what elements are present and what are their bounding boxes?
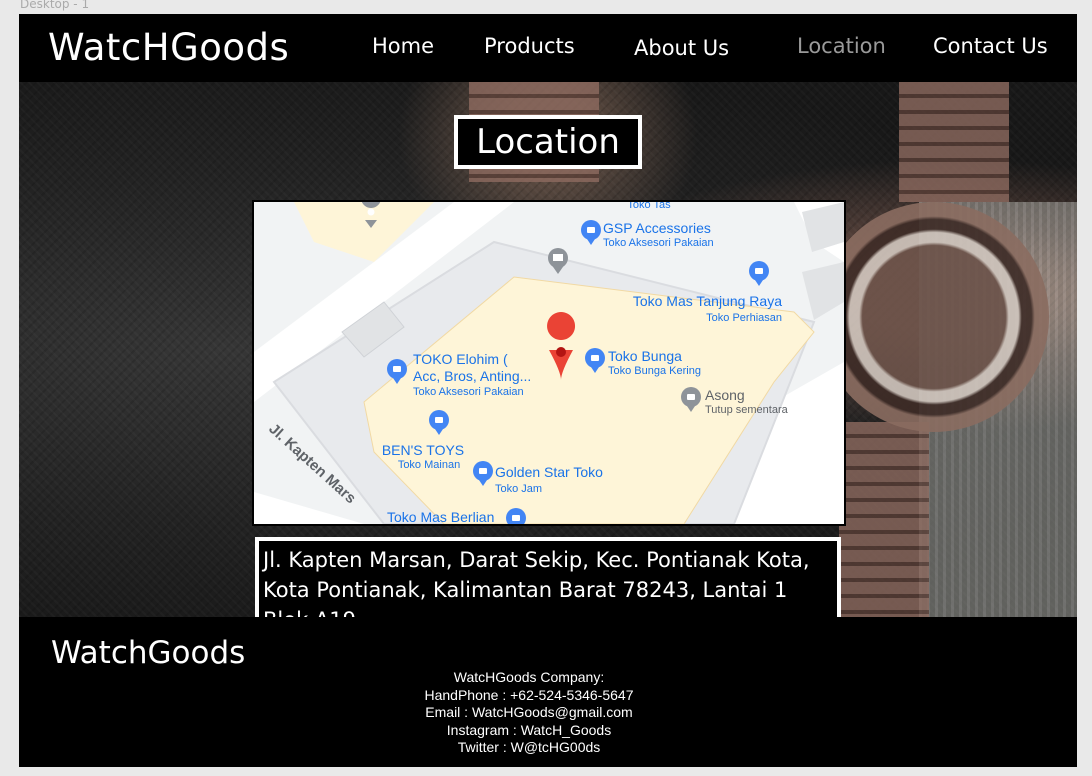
frame-label: Desktop - 1 (20, 0, 90, 11)
footer-brand: WatchGoods (51, 635, 246, 671)
place-category: Toko Aksesori Pakaian (603, 237, 714, 249)
desktop-frame: WatcHGoods Home Products About Us Locati… (19, 14, 1077, 767)
footer-company: WatcHGoods Company: (453, 669, 605, 685)
nav-location[interactable]: Location (797, 34, 886, 58)
place-category: Toko Mainan (398, 459, 460, 471)
place-label[interactable]: Acc, Bros, Anting... (413, 368, 531, 384)
watch-band-image (839, 422, 929, 617)
place-label[interactable]: BEN'S TOYS (382, 442, 464, 458)
hero-background: Location Jl. Kapten Mars Toko Tas GSP Ac… (19, 82, 1077, 617)
place-label[interactable]: GSP Accessories (603, 220, 711, 236)
top-navbar: WatcHGoods Home Products About Us Locati… (19, 14, 1077, 82)
place-label[interactable]: Toko Mas Berlian (387, 509, 494, 524)
nav-home[interactable]: Home (372, 34, 434, 58)
place-label[interactable]: Toko Bunga (608, 348, 682, 364)
address-box: Jl. Kapten Marsan, Darat Sekip, Kec. Pon… (255, 537, 841, 617)
place-label[interactable]: Toko Mas Tanjung Raya (633, 293, 782, 309)
place-category: Toko Bunga Kering (608, 365, 701, 377)
watch-band-image (899, 82, 1009, 202)
place-category: Toko Jam (495, 483, 542, 495)
footer-twitter: Twitter : W@tcHG00ds (457, 739, 601, 755)
page-title: Location (454, 115, 642, 169)
brand-logo[interactable]: WatcHGoods (48, 26, 289, 69)
footer-contact: WatcHGoods Company: HandPhone : +62-524-… (359, 669, 699, 757)
place-category: Tutup sementara (705, 404, 789, 416)
nav-products[interactable]: Products (484, 34, 575, 58)
place-category: Toko Aksesori Pakaian (413, 386, 524, 398)
location-map[interactable]: Jl. Kapten Mars Toko Tas GSP Accessories… (252, 200, 846, 526)
place-label[interactable]: Asong (705, 387, 745, 403)
watch-image (819, 202, 1049, 432)
place-label: Toko Tas (627, 202, 671, 211)
place-category: Toko Perhiasan (706, 312, 782, 324)
footer-instagram: Instagram : WatcH_Goods (446, 721, 612, 738)
place-label[interactable]: Golden Star Toko (495, 464, 603, 480)
nav-contact-us[interactable]: Contact Us (933, 34, 1048, 58)
footer-email: Email : WatcHGoods@gmail.com (425, 704, 633, 720)
footer-phone: HandPhone : +62-524-5346-5647 (424, 686, 634, 703)
place-label[interactable]: TOKO Elohim ( (413, 351, 508, 367)
nav-about-us[interactable]: About Us (634, 36, 729, 60)
